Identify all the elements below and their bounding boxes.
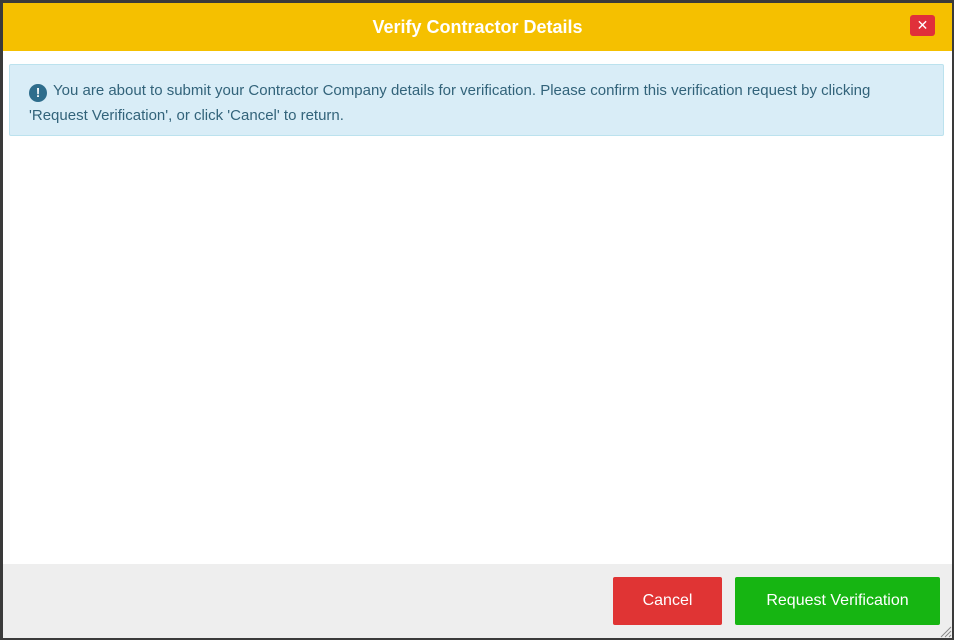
dialog-titlebar: Verify Contractor Details ✕ — [3, 3, 952, 51]
close-button[interactable]: ✕ — [910, 15, 935, 36]
close-icon: ✕ — [916, 17, 929, 33]
resize-grip-icon[interactable] — [938, 624, 952, 638]
dialog-footer: Cancel Request Verification — [3, 564, 952, 638]
alert-message: You are about to submit your Contractor … — [29, 82, 871, 124]
dialog-title: Verify Contractor Details — [372, 17, 583, 37]
verify-contractor-dialog: Verify Contractor Details ✕ ! You are abo… — [3, 3, 952, 638]
cancel-button[interactable]: Cancel — [613, 577, 722, 625]
request-verification-button[interactable]: Request Verification — [735, 577, 940, 625]
exclamation-circle-icon: ! — [29, 84, 47, 102]
info-alert: ! You are about to submit your Contractor… — [9, 64, 944, 136]
